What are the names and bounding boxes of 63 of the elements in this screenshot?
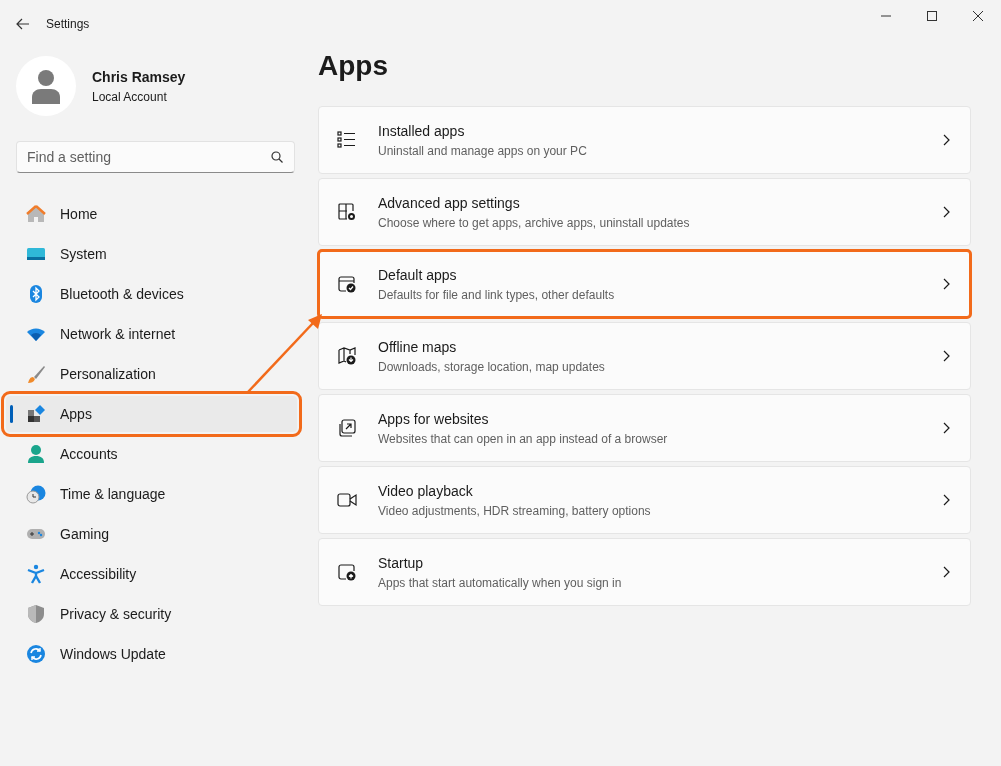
search-icon[interactable] — [271, 151, 283, 163]
account-type: Local Account — [92, 88, 168, 106]
card-description: Websites that can open in an app instead of a browser — [378, 430, 669, 448]
chevron-right-icon — [942, 494, 950, 506]
nav-item[interactable]: Gaming — [6, 516, 297, 552]
chevron-right-icon — [942, 278, 950, 290]
home-icon — [26, 204, 46, 224]
window-title: Settings — [46, 16, 90, 33]
list-icon — [337, 130, 357, 150]
nav-item[interactable]: Time & language — [6, 476, 297, 512]
nav-item[interactable]: Windows Update — [6, 636, 297, 672]
window-upload-icon — [337, 562, 357, 582]
close-icon[interactable] — [973, 11, 983, 21]
card-description: Apps that start automatically when you sign in — [378, 574, 623, 592]
nav-item[interactable]: Personalization — [6, 356, 297, 392]
window-check-icon — [337, 274, 357, 294]
card-title: Offline maps — [378, 337, 458, 357]
card-title: Default apps — [378, 265, 458, 285]
nav-item[interactable]: Network & internet — [6, 316, 297, 352]
nav-item[interactable]: Home — [6, 196, 297, 232]
nav-item[interactable]: Accessibility — [6, 556, 297, 592]
card-description: Downloads, storage location, map updates — [378, 358, 606, 376]
settings-card[interactable]: Installed apps Uninstall and manage apps on your PC — [318, 106, 971, 174]
selection-indicator — [10, 405, 13, 423]
nav-item[interactable]: Privacy & security — [6, 596, 297, 632]
card-title: Video playback — [378, 481, 474, 501]
settings-card[interactable]: Advanced app settings Choose where to get apps, archive apps, uninstall updates — [318, 178, 971, 246]
refresh-icon — [26, 644, 46, 664]
apps-icon — [26, 404, 46, 424]
open-in-window-icon — [337, 418, 357, 438]
settings-card[interactable]: Startup Apps that start automatically when you sign in — [318, 538, 971, 606]
nav-item[interactable]: System — [6, 236, 297, 272]
card-title: Advanced app settings — [378, 193, 521, 213]
chevron-right-icon — [942, 422, 950, 434]
chevron-right-icon — [942, 566, 950, 578]
settings-card[interactable]: Video playback Video adjustments, HDR streaming, battery options — [318, 466, 971, 534]
chevron-right-icon — [942, 350, 950, 362]
nav-item[interactable]: Accounts — [6, 436, 297, 472]
search-field[interactable]: Find a setting — [16, 141, 295, 173]
chevron-right-icon — [942, 134, 950, 146]
maximize-icon[interactable] — [927, 11, 937, 21]
user-name: Chris Ramsey — [92, 67, 186, 87]
chevron-right-icon — [942, 206, 950, 218]
back-icon[interactable] — [16, 18, 30, 30]
video-camera-icon — [337, 490, 357, 510]
card-description: Choose where to get apps, archive apps, uninstall updates — [378, 214, 691, 232]
card-description: Uninstall and manage apps on your PC — [378, 142, 588, 160]
settings-card[interactable]: Apps for websites Websites that can open in an app instead of a browser — [318, 394, 971, 462]
settings-card[interactable]: Default apps Defaults for file and link types, other defaults — [318, 250, 971, 318]
settings-card[interactable]: Offline maps Downloads, storage location, map updates — [318, 322, 971, 390]
nav-item[interactable]: Bluetooth & devices — [6, 276, 297, 312]
card-title: Startup — [378, 553, 425, 573]
card-description: Video adjustments, HDR streaming, battery options — [378, 502, 652, 520]
accessibility-icon — [26, 564, 46, 584]
globe-clock-icon — [26, 484, 46, 504]
card-title: Apps for websites — [378, 409, 490, 429]
map-download-icon — [337, 346, 357, 366]
shield-icon — [26, 604, 46, 624]
paintbrush-icon — [26, 364, 46, 384]
person-icon — [26, 444, 46, 464]
card-title: Installed apps — [378, 121, 466, 141]
page-title: Apps — [318, 49, 389, 83]
card-description: Defaults for file and link types, other defaults — [378, 286, 616, 304]
